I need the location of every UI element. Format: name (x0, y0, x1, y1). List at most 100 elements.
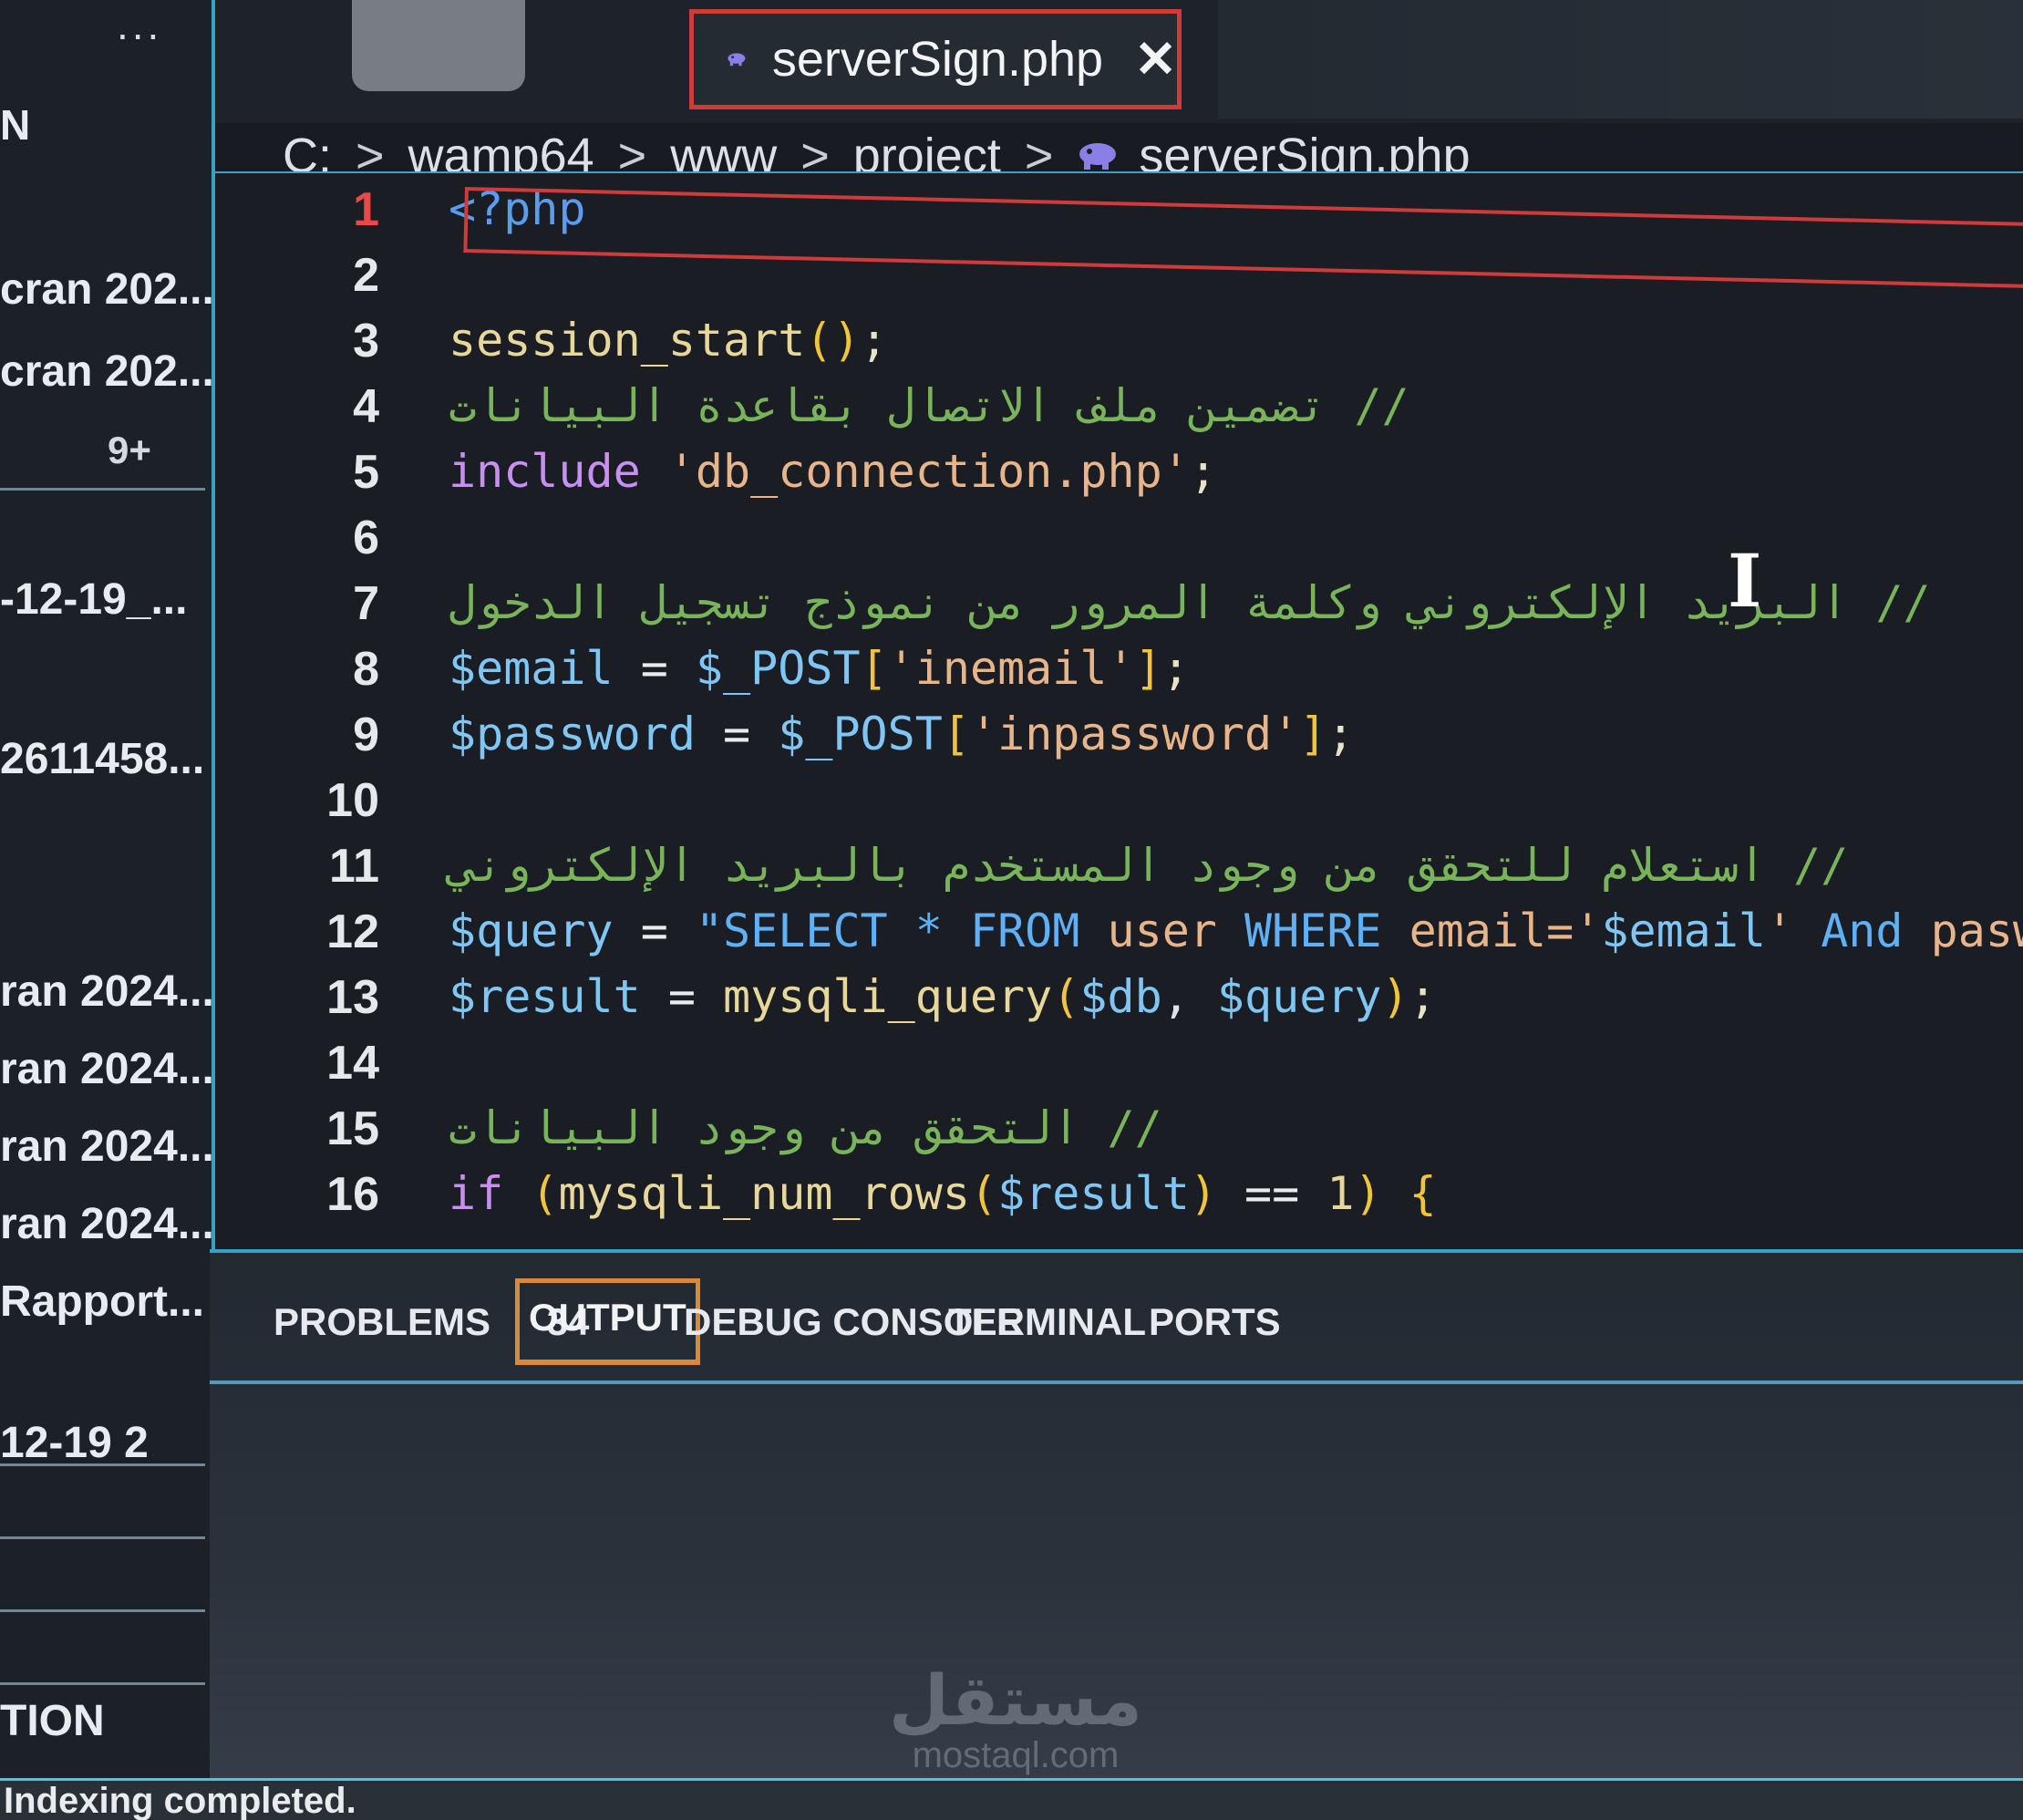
code-token: mysqli_query (723, 970, 1053, 1023)
explorer-section-header[interactable]: TION (0, 1696, 105, 1746)
tab-title: serverSign.php (771, 32, 1104, 87)
line-number: 10 (326, 774, 379, 827)
tab-bar-empty-space (1218, 0, 2023, 119)
panel-tab-strip: PROBLEMS 34 OUTPUT DEBUG CONSOLE TERMINA… (210, 1253, 2023, 1381)
explorer-divider (0, 1536, 205, 1539)
tab-serversign-php[interactable]: serverSign.php ✕ (689, 9, 1182, 109)
explorer-file-item[interactable]: 12-19 2 (0, 1418, 149, 1468)
code-token: ) (1381, 970, 1409, 1023)
watermark-logo: مستقل (889, 1660, 1142, 1741)
code-token: // البريد الإلكتروني وكلمة المرور من نمو… (449, 576, 1931, 629)
watermark-url: mostaql.com (912, 1735, 1120, 1775)
code-line[interactable]: 11 // استعلام للتحقق من وجود المستخدم بال… (215, 839, 2023, 903)
code-token: [ (942, 708, 970, 760)
tab-terminal[interactable]: TERMINAL (948, 1300, 1146, 1344)
code-line[interactable]: 16 if (mysqli_num_rows($result) == 1) { (215, 1167, 2023, 1231)
code-token: mysqli_num_rows (558, 1167, 970, 1220)
explorer-file-item[interactable]: -12-19_... (0, 574, 187, 625)
code-token: $result (997, 1167, 1190, 1220)
code-line[interactable]: 14 (215, 1036, 2023, 1100)
line-number: 15 (326, 1102, 379, 1155)
explorer-file-item[interactable]: cran 202... (0, 346, 212, 397)
code-token: ] (1134, 642, 1162, 695)
line-number: 1 (353, 183, 379, 236)
code-token: [ (860, 642, 888, 695)
line-number: 8 (353, 643, 379, 696)
code-token: ( (1052, 970, 1080, 1023)
tab-ports[interactable]: PORTS (1149, 1300, 1281, 1344)
code-line[interactable]: 13 $result = mysqli_query($db, $query); (215, 970, 2023, 1034)
code-token: 'db_connection.php' (667, 445, 1190, 498)
code-token: ( (503, 1167, 559, 1220)
code-line[interactable]: 3 session_start(); (215, 314, 2023, 377)
explorer-file-item[interactable]: ran 2024... (0, 1199, 212, 1249)
code-token: // استعلام للتحقق من وجود المستخدم بالبر… (449, 839, 1849, 892)
code-line[interactable]: 5 include 'db_connection.php'; (215, 445, 2023, 509)
code-line[interactable]: 12 $query = "SELECT * FROM user WHERE ema… (215, 905, 2023, 968)
line-number: 9 (353, 708, 379, 761)
line-number: 3 (353, 315, 379, 367)
more-actions-icon[interactable]: ... (117, 0, 162, 49)
code-line[interactable]: 9 $password = $_POST['inpassword']; (215, 708, 2023, 771)
code-token: $db (1079, 970, 1162, 1023)
code-token: () (805, 314, 861, 367)
line-number: 14 (326, 1037, 379, 1090)
code-content: session_start(); (449, 314, 888, 367)
code-token: == (1216, 1167, 1327, 1220)
code-token: WHERE (1244, 905, 1382, 957)
code-token: ) { (1354, 1167, 1437, 1220)
code-content: // استعلام للتحقق من وجود المستخدم بالبر… (449, 839, 1848, 892)
code-token: $query (1216, 970, 1382, 1023)
explorer-file-item[interactable]: ran 2024... (0, 967, 212, 1017)
explorer-section-label: N (0, 101, 31, 149)
code-token: include (449, 445, 641, 498)
line-number: 4 (353, 380, 379, 433)
inactive-tab[interactable] (352, 0, 525, 91)
code-token: $password (449, 708, 696, 760)
explorer-file-item[interactable]: Rapport... (0, 1277, 204, 1327)
code-token: ] (1299, 708, 1327, 760)
panel-divider (210, 1381, 2023, 1384)
code-token: 1 (1326, 1167, 1355, 1220)
code-token: $result (449, 970, 641, 1023)
code-token: user (1079, 905, 1245, 957)
code-token: ; (1326, 708, 1355, 760)
code-line[interactable]: 10 (215, 773, 2023, 837)
code-content: if (mysqli_num_rows($result) == 1) { (449, 1167, 1437, 1220)
explorer-divider (0, 488, 205, 491)
code-token: ; (860, 314, 888, 367)
line-number: 13 (326, 971, 379, 1024)
code-content: include 'db_connection.php'; (449, 445, 1217, 498)
status-message: Indexing completed. (4, 1781, 356, 1820)
code-line[interactable]: 15 // التحقق من وجود البيانات (215, 1101, 2023, 1165)
code-token: = (613, 642, 696, 695)
explorer-sidebar: ... N cran 202... cran 202... 9+ -12-19_… (0, 0, 215, 1778)
code-token: , (1161, 970, 1217, 1023)
explorer-divider (0, 1463, 205, 1466)
code-token: ; (1161, 642, 1190, 695)
code-line[interactable]: 8 $email = $_POST['inemail']; (215, 642, 2023, 706)
line-number: 16 (326, 1168, 379, 1221)
explorer-file-item[interactable]: 2611458... (0, 734, 204, 784)
explorer-file-item[interactable]: cran 202... (0, 264, 212, 315)
code-token: 'inpassword' (969, 708, 1300, 760)
line-number: 5 (353, 446, 379, 499)
code-token: $email (1601, 905, 1766, 957)
code-token: paswo (1930, 905, 2023, 957)
watermark: مستقل mostaql.com (889, 1660, 1142, 1776)
close-icon[interactable]: ✕ (1134, 29, 1177, 89)
code-token: // تضمين ملف الاتصال بقاعدة البيانات (449, 379, 1409, 432)
explorer-file-item[interactable]: ran 2024... (0, 1044, 212, 1094)
code-content: $password = $_POST['inpassword']; (449, 708, 1354, 760)
code-token: ; (1409, 970, 1437, 1023)
line-number: 12 (326, 905, 379, 958)
overflow-count-badge: 9+ (108, 429, 151, 471)
tab-output[interactable]: OUTPUT (515, 1278, 700, 1365)
explorer-file-item[interactable]: ran 2024... (0, 1122, 212, 1172)
code-content: $email = $_POST['inemail']; (449, 642, 1190, 695)
code-editor[interactable]: 1 <?php 2 3 session_start(); 4// تضمين ملف ال… (215, 173, 2023, 1249)
code-content: $query = "SELECT * FROM user WHERE email… (449, 905, 2023, 957)
code-line[interactable]: 4 // تضمين ملف الاتصال بقاعدة البيانات (215, 379, 2023, 443)
code-token: 'inemail' (887, 642, 1135, 695)
